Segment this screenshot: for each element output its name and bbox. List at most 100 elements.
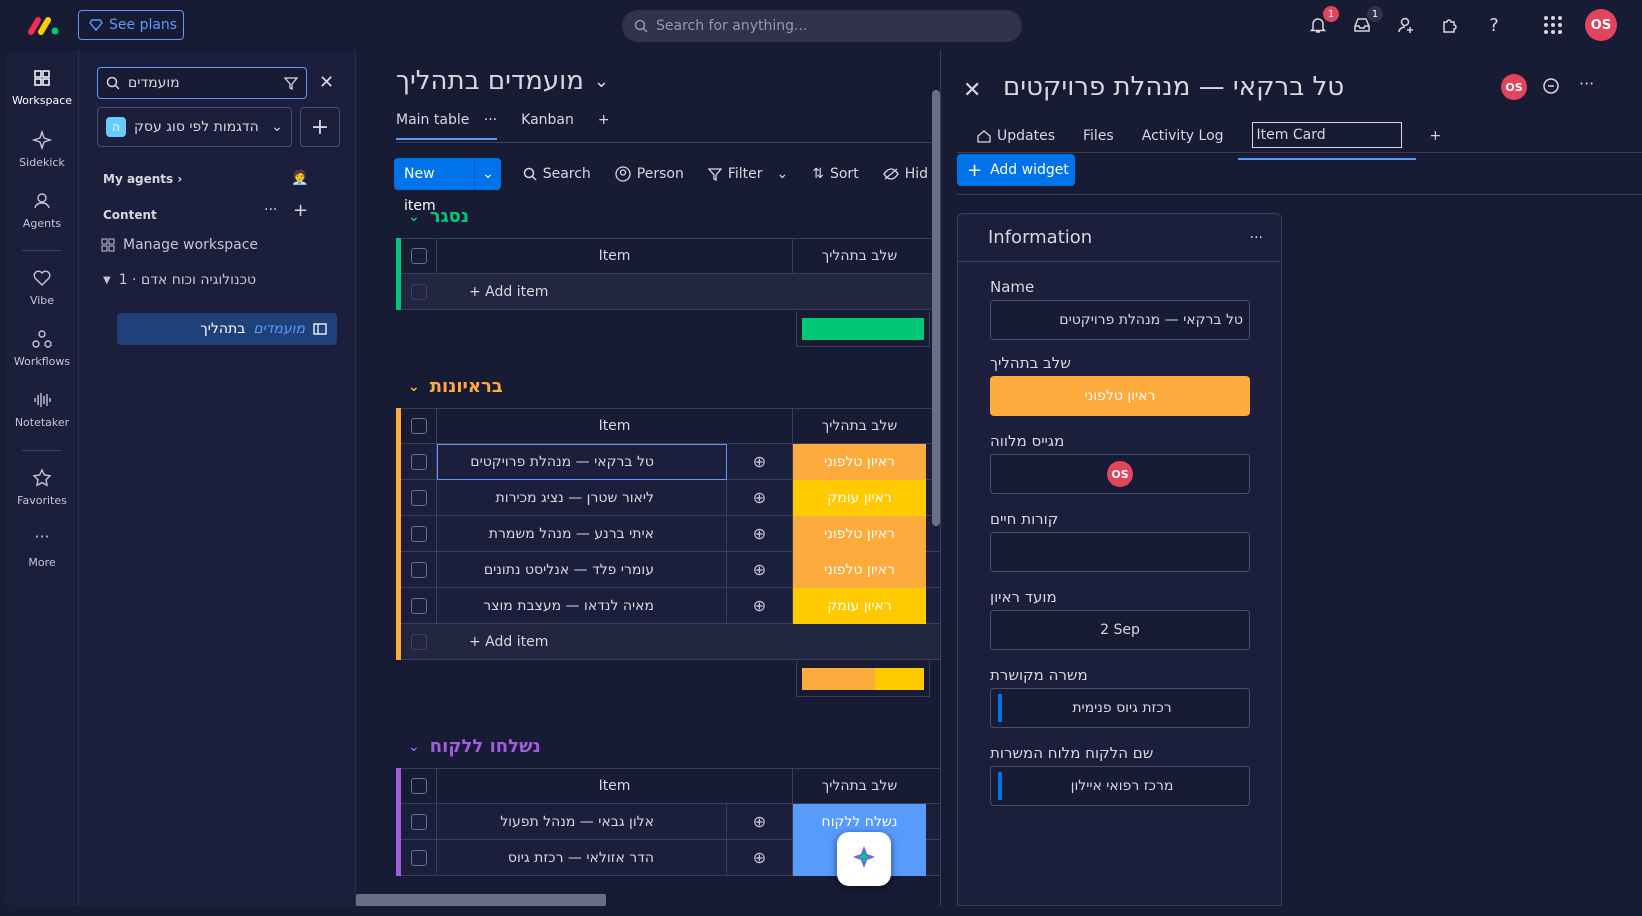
status-cell[interactable]: ראיון עומק xyxy=(793,587,926,624)
group-title[interactable]: ⌄ נסגר xyxy=(408,206,469,227)
board-link-candidates[interactable]: בתהליך מועמדים xyxy=(117,313,337,345)
cv-file-field[interactable] xyxy=(990,532,1250,572)
client-name-chip[interactable]: מרכז רפואי איילון xyxy=(998,772,1242,800)
status-cell[interactable]: ראיון עומק xyxy=(793,479,926,516)
rail-workspace[interactable]: Workspace xyxy=(6,68,78,107)
more-options-icon[interactable]: ··· xyxy=(1250,230,1263,246)
add-content-icon[interactable]: + xyxy=(293,200,308,221)
tab-main-table[interactable]: Main table ··· xyxy=(396,112,498,140)
user-avatar[interactable]: OS xyxy=(1585,9,1617,41)
help-icon[interactable]: ? xyxy=(1481,12,1507,38)
row-checkbox[interactable] xyxy=(401,587,437,624)
rail-sidekick[interactable]: Sidekick xyxy=(6,129,78,169)
item-name-cell[interactable]: איתי ברנע — מנהל משמרת xyxy=(437,515,727,552)
toolbar-filter-button[interactable]: Filter ⌄ xyxy=(696,158,800,190)
app-switcher-icon[interactable] xyxy=(1540,12,1566,38)
tab-activity-log[interactable]: Activity Log xyxy=(1128,128,1238,154)
rail-favorites[interactable]: Favorites xyxy=(6,468,78,507)
toolbar-hide-button[interactable]: Hid xyxy=(871,158,940,190)
table-row[interactable]: טל ברקאי — מנהלת פרויקטים ⊕ ראיון טלפוני xyxy=(401,443,940,480)
chevron-down-icon[interactable]: ⌄ xyxy=(777,166,789,182)
tab-name-input[interactable] xyxy=(1251,122,1402,148)
item-panel-title[interactable]: טל ברקאי — מנהלת פרויקטים xyxy=(1003,72,1344,102)
inbox-icon[interactable]: 1 xyxy=(1349,6,1383,38)
interview-date-field[interactable]: 2 Sep xyxy=(990,610,1250,650)
row-checkbox[interactable] xyxy=(401,551,437,588)
add-update-icon[interactable]: ⊕ xyxy=(727,551,793,588)
item-name-cell[interactable]: מאיה לנדאו — מעצבת מוצר xyxy=(437,587,727,624)
workspace-search-input[interactable]: מועמדים xyxy=(97,67,307,99)
status-cell[interactable]: ראיון טלפוני xyxy=(793,515,926,552)
linked-job-chip[interactable]: רכזת גיוס פנימית xyxy=(998,694,1242,722)
recruiter-person-field[interactable]: OS xyxy=(990,454,1250,494)
my-agents-link[interactable]: My agents › xyxy=(103,172,182,186)
row-checkbox[interactable] xyxy=(401,839,437,876)
group-title[interactable]: ⌄ בראיונות xyxy=(408,376,503,397)
new-item-button[interactable]: New item ⌄ xyxy=(394,158,501,214)
tab-files[interactable]: Files xyxy=(1069,128,1128,154)
apps-puzzle-icon[interactable] xyxy=(1437,12,1463,38)
rail-more[interactable]: ··· More xyxy=(6,529,78,570)
add-item-row[interactable]: + Add item xyxy=(401,274,940,310)
close-icon[interactable]: ✕ xyxy=(319,72,334,93)
row-checkbox[interactable] xyxy=(401,479,437,516)
add-update-icon[interactable]: ⊕ xyxy=(727,479,793,516)
workspace-selector[interactable]: ה הדגמות לפי סוג עסק ⌄ xyxy=(97,107,292,147)
ai-assistant-button[interactable] xyxy=(837,832,891,886)
rail-agents[interactable]: Agents xyxy=(6,191,78,230)
select-all-checkbox[interactable] xyxy=(401,408,437,444)
tab-updates[interactable]: Updates xyxy=(963,128,1069,154)
select-all-checkbox[interactable] xyxy=(401,238,437,274)
chevron-down-icon[interactable]: ⌄ xyxy=(475,166,500,182)
item-name-cell[interactable]: ליאור שטרן — נציג מכירות xyxy=(437,479,727,516)
row-checkbox[interactable] xyxy=(401,803,437,840)
horizontal-scrollbar[interactable] xyxy=(356,894,606,906)
table-row[interactable]: ליאור שטרן — נציג מכירות ⊕ ראיון עומק xyxy=(401,479,940,516)
client-name-field[interactable]: מרכז רפואי איילון xyxy=(990,766,1250,806)
add-widget-button[interactable]: + Add widget xyxy=(957,154,1075,186)
bell-icon[interactable]: 1 xyxy=(1305,6,1339,38)
rail-vibe[interactable]: Vibe xyxy=(6,268,78,307)
tab-kanban[interactable]: Kanban xyxy=(521,112,574,140)
item-name-cell[interactable]: טל ברקאי — מנהלת פרויקטים xyxy=(437,443,727,480)
add-update-icon[interactable]: ⊕ xyxy=(727,803,793,840)
row-checkbox[interactable] xyxy=(401,515,437,552)
group-title[interactable]: ⌄ נשלחו ללקוח xyxy=(408,736,541,757)
filter-icon[interactable] xyxy=(284,75,298,91)
add-item-row[interactable]: + Add item xyxy=(401,624,940,660)
row-checkbox[interactable] xyxy=(401,443,437,480)
add-workspace-item-button[interactable]: + xyxy=(300,107,340,147)
global-search-input[interactable]: Search for anything... xyxy=(622,10,1022,42)
chat-icon[interactable] xyxy=(1541,76,1561,100)
add-update-icon[interactable]: ⊕ xyxy=(727,443,793,480)
manage-workspace-link[interactable]: Manage workspace xyxy=(101,237,258,253)
add-view-icon[interactable]: + xyxy=(598,112,610,140)
linked-job-field[interactable]: רכזת גיוס פנימית xyxy=(990,688,1250,728)
folder-item[interactable]: ▼ 1 · טכנולוגיה וכוח אדם xyxy=(103,272,256,288)
toolbar-search-button[interactable]: Search xyxy=(511,158,603,190)
subscriber-avatar[interactable]: OS xyxy=(1501,74,1527,100)
toolbar-sort-button[interactable]: ⇅ Sort xyxy=(800,158,870,190)
status-cell[interactable]: ראיון טלפוני xyxy=(793,443,926,480)
name-field[interactable]: טל ברקאי — מנהלת פרויקטים xyxy=(990,300,1250,340)
rail-notetaker[interactable]: Notetaker xyxy=(6,390,78,429)
add-tab-icon[interactable]: + xyxy=(1416,128,1456,154)
board-title[interactable]: מועמדים בתהליך ⌄ xyxy=(396,66,609,96)
add-update-icon[interactable]: ⊕ xyxy=(727,839,793,876)
add-update-icon[interactable]: ⊕ xyxy=(727,515,793,552)
more-options-icon[interactable]: ··· xyxy=(484,112,497,128)
see-plans-button[interactable]: See plans xyxy=(78,10,184,40)
table-row[interactable]: איתי ברנע — מנהל משמרת ⊕ ראיון טלפוני xyxy=(401,515,940,552)
table-row[interactable]: מאיה לנדאו — מעצבת מוצר ⊕ ראיון עומק xyxy=(401,587,940,624)
tab-item-card[interactable] xyxy=(1237,122,1416,160)
more-options-icon[interactable]: ··· xyxy=(264,202,277,218)
item-name-cell[interactable]: אלון גבאי — מנהל תפעול xyxy=(437,803,727,840)
add-update-icon[interactable]: ⊕ xyxy=(727,587,793,624)
vertical-scrollbar[interactable] xyxy=(932,90,940,526)
rail-workflows[interactable]: Workflows xyxy=(6,329,78,368)
table-row[interactable]: עומרי פלד — אנליסט נתונים ⊕ ראיון טלפוני xyxy=(401,551,940,588)
invite-user-icon[interactable] xyxy=(1393,12,1419,38)
more-options-icon[interactable]: ··· xyxy=(1579,74,1594,93)
toolbar-person-button[interactable]: Person xyxy=(603,158,696,190)
status-cell[interactable]: ראיון טלפוני xyxy=(793,551,926,588)
